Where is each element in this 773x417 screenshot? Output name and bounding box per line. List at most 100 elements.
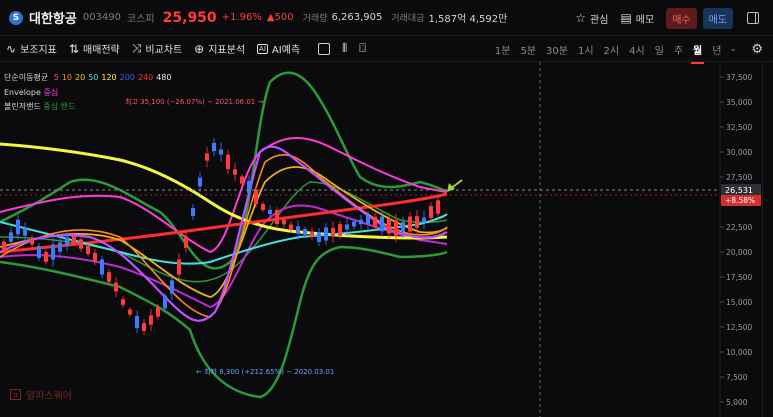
candle-body bbox=[79, 239, 83, 249]
stock-header: S 대한항공 003490 코스피 25,950 +1.96% ▲500 거래량… bbox=[0, 0, 773, 36]
period-tab[interactable]: 주 bbox=[674, 42, 683, 57]
memo-label: 메모 bbox=[635, 14, 655, 26]
side-panel-edge bbox=[762, 62, 773, 417]
sma-period-label: 10 bbox=[61, 73, 72, 82]
candle-body bbox=[198, 177, 202, 187]
ai-predict-button[interactable]: AI AI예측 bbox=[257, 41, 300, 56]
period-selector: 1분 5분 30분 1시 2시 4시 일 주 월 년 ⌄ bbox=[485, 36, 737, 64]
candle-body bbox=[387, 218, 391, 234]
compare-icon: ⤨ bbox=[131, 41, 142, 55]
candle-body bbox=[254, 189, 258, 205]
period-tab[interactable]: 30분 bbox=[546, 42, 568, 57]
period-tab[interactable]: 1분 bbox=[495, 42, 511, 57]
change-amount: ▲500 bbox=[266, 12, 294, 23]
period-tab[interactable]: 월 bbox=[691, 42, 705, 64]
sma-period-label: 5 bbox=[53, 73, 59, 82]
candle-body bbox=[37, 245, 41, 259]
candle-body bbox=[23, 228, 27, 236]
high-annotation: 최고 35,100 (−26.07%) − 2021.06.01 → bbox=[125, 97, 263, 106]
envelope-legend-label: Envelope bbox=[4, 88, 41, 97]
stock-market: 코스피 bbox=[127, 14, 155, 25]
volume-label: 거래량 bbox=[302, 14, 328, 24]
candle-body bbox=[16, 219, 20, 235]
candle-body bbox=[170, 280, 174, 294]
sma-period-label: 50 bbox=[88, 73, 99, 82]
candle-body bbox=[149, 315, 153, 325]
period-tab[interactable]: 5분 bbox=[520, 42, 536, 57]
aux-indicator-button[interactable]: ∿ 보조지표 bbox=[6, 41, 57, 57]
period-tab[interactable]: 1시 bbox=[578, 42, 594, 57]
camera-icon[interactable]: ⌼ bbox=[359, 41, 366, 56]
watchlist-button[interactable]: ☆ 관심 bbox=[575, 11, 608, 26]
price-tick-label: 12,500 bbox=[726, 323, 752, 332]
low-annotation: ← 최저 8,300 (+212.65%) − 2020.03.01 bbox=[196, 367, 334, 376]
candle-body bbox=[345, 224, 349, 230]
period-tab[interactable]: 2시 bbox=[604, 42, 620, 57]
bollinger-legend[interactable]: 볼린저밴드 중심 밴드 bbox=[4, 101, 75, 112]
candle-body bbox=[233, 169, 237, 175]
compare-chart-label: 비교차트 bbox=[145, 45, 183, 56]
candle-body bbox=[310, 231, 314, 237]
trade-strategy-label: 매매전략 bbox=[82, 45, 120, 56]
current-price-label: +8.58% bbox=[725, 196, 755, 205]
analysis-icon: ⊕ bbox=[194, 41, 205, 56]
price-tick-label: 10,000 bbox=[726, 348, 752, 357]
price-chart[interactable]: 최고 35,100 (−26.07%) − 2021.06.01 → ← 최저 … bbox=[0, 62, 773, 417]
candle-body bbox=[289, 224, 293, 230]
candle-body bbox=[366, 215, 370, 225]
sell-button[interactable]: 매도 bbox=[702, 7, 733, 29]
stock-code: 003490 bbox=[82, 12, 122, 23]
watermark: α 알파스퀘어 bbox=[10, 387, 72, 402]
compare-chart-button[interactable]: ⤨ 비교차트 bbox=[132, 41, 182, 56]
candle-body bbox=[191, 208, 195, 216]
price-tick-label: 22,500 bbox=[726, 223, 752, 232]
memo-button[interactable]: ▤ 메모 bbox=[620, 11, 654, 26]
bollinger-legend-label: 볼린저밴드 bbox=[4, 102, 41, 111]
crosshair-price-label: 26,531 bbox=[725, 186, 753, 195]
candle-body bbox=[114, 282, 118, 292]
candle-body bbox=[275, 209, 279, 225]
candle-body bbox=[51, 244, 55, 260]
candle-body bbox=[86, 246, 90, 254]
stock-name[interactable]: 대한항공 bbox=[29, 8, 77, 27]
candlestick-icon[interactable]: ⫴ bbox=[342, 41, 347, 56]
period-tab[interactable]: 4시 bbox=[629, 42, 645, 57]
envelope-legend[interactable]: Envelope 중심 bbox=[4, 87, 58, 98]
candle-body bbox=[177, 259, 181, 275]
candle-body bbox=[93, 252, 97, 262]
price-tick-label: 32,500 bbox=[726, 123, 752, 132]
candle-body bbox=[331, 227, 335, 237]
price-tick-label: 7,500 bbox=[726, 373, 748, 382]
candle-body bbox=[373, 216, 377, 228]
chevron-down-icon[interactable]: ⌄ bbox=[729, 44, 737, 54]
indicator-analysis-button[interactable]: ⊕ 지표분석 bbox=[194, 41, 246, 57]
sma-legend-label: 단순이동평균 bbox=[4, 73, 49, 82]
sma-legend[interactable]: 단순이동평균 5 10 20 50 120 200 240 480 bbox=[4, 72, 172, 83]
sma-period-label: 480 bbox=[156, 73, 172, 82]
candle-body bbox=[338, 224, 342, 236]
period-tab[interactable]: 년 bbox=[712, 42, 721, 57]
panel-toggle-icon[interactable] bbox=[747, 12, 759, 24]
price-tick-label: 37,500 bbox=[726, 73, 752, 82]
price-axis: 37,50035,00032,50030,00027,50025,00022,5… bbox=[720, 73, 752, 407]
chart-toolbar: ∿ 보조지표 ⇅ 매매전략 ⤨ 비교차트 ⊕ 지표분석 AI AI예측 ⫴ ⌼ … bbox=[0, 36, 773, 64]
arrow-marker-icon bbox=[447, 179, 463, 192]
candle-body bbox=[2, 241, 6, 253]
candle-body bbox=[408, 216, 412, 232]
price-tick-label: 20,000 bbox=[726, 248, 752, 257]
price-tick-label: 17,500 bbox=[726, 273, 752, 282]
candle-body bbox=[142, 323, 146, 331]
candle-body bbox=[247, 180, 251, 194]
candle-body bbox=[422, 217, 426, 223]
gear-icon[interactable]: ⚙ bbox=[751, 42, 763, 57]
period-tab[interactable]: 일 bbox=[655, 42, 664, 57]
candle-body bbox=[30, 239, 34, 245]
star-icon: ☆ bbox=[575, 11, 587, 25]
candle-body bbox=[268, 209, 272, 215]
stock-price: 25,950 bbox=[162, 9, 217, 26]
square-tool-icon[interactable] bbox=[318, 42, 331, 55]
trade-strategy-button[interactable]: ⇅ 매매전략 bbox=[69, 41, 120, 57]
indicator-analysis-label: 지표분석 bbox=[208, 45, 246, 56]
buy-button[interactable]: 매수 bbox=[666, 7, 697, 29]
price-tick-label: 35,000 bbox=[726, 98, 752, 107]
